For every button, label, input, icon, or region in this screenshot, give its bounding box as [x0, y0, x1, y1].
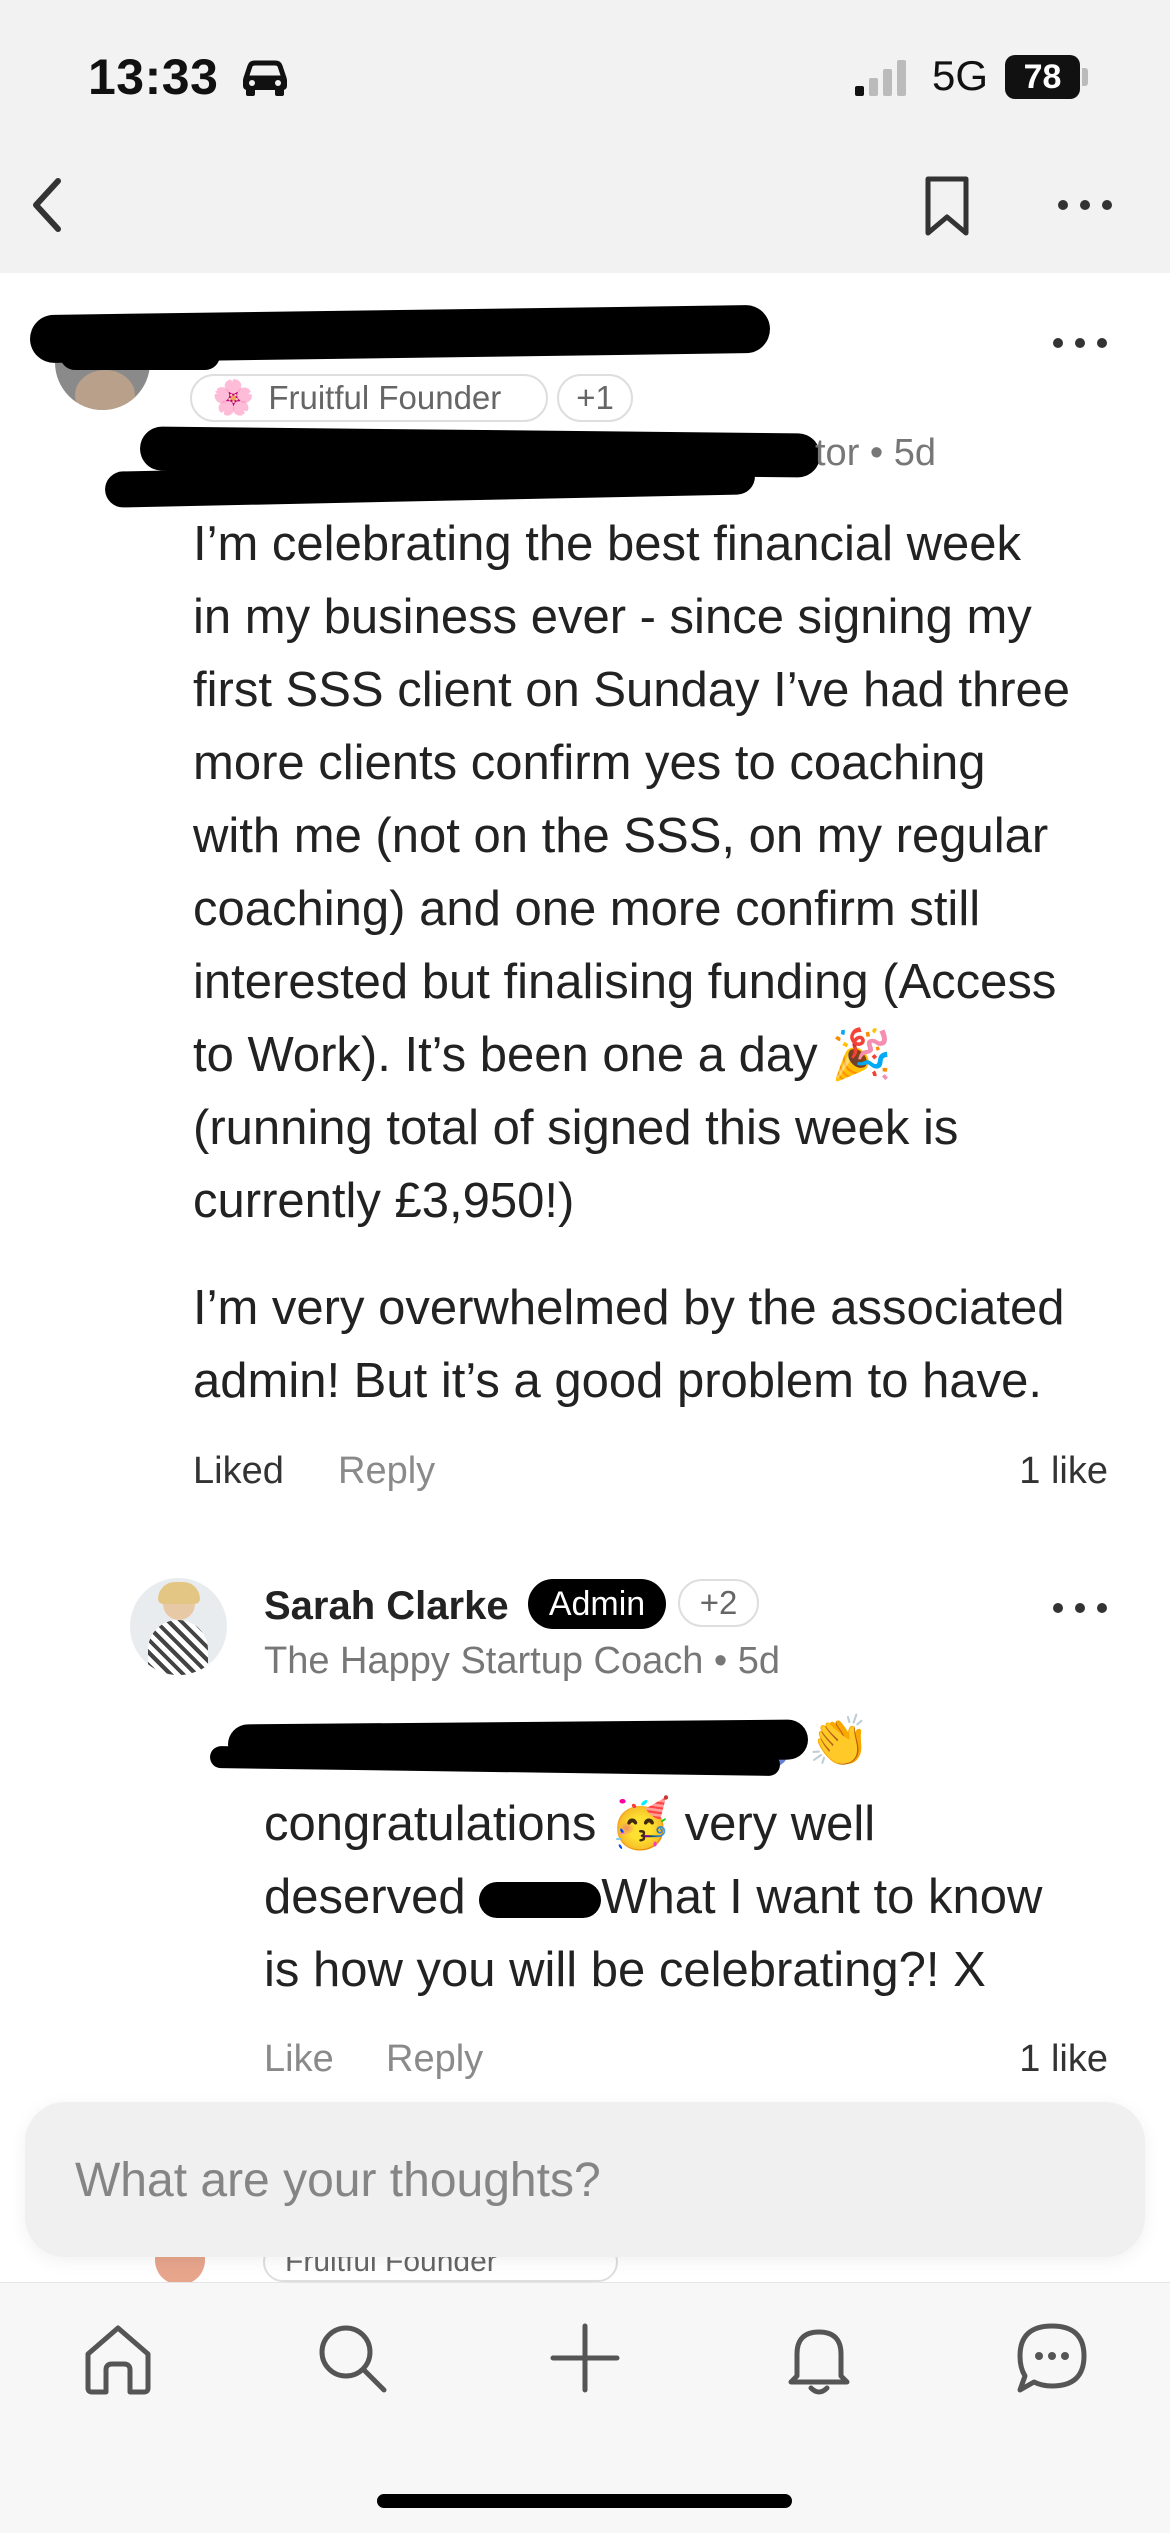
post-line: I’m celebrating the best financial week: [193, 517, 1021, 571]
comment-author-name[interactable]: Sarah Clarke: [264, 1584, 509, 1629]
comment-like-button[interactable]: Like: [264, 2038, 334, 2081]
post-line: I’m very overwhelmed by the associated: [193, 1281, 1065, 1335]
post-line: interested but finalising funding (Acces…: [193, 955, 1057, 1009]
reply-button[interactable]: Reply: [338, 1450, 435, 1493]
comment-line: congratulations 🥳 very well: [264, 1797, 876, 1851]
comment-line-2a: deserved: [264, 1870, 466, 1924]
comment-more-icon[interactable]: [1050, 1598, 1110, 1618]
nav-bar: [0, 155, 1170, 273]
comment-reply-button[interactable]: Reply: [386, 2038, 483, 2081]
post-line: more clients confirm yes to coaching: [193, 736, 986, 790]
comment-body: congratulations 🥳 very well deserved Wha…: [264, 1788, 1124, 2007]
bell-icon[interactable]: [779, 2318, 859, 2398]
home-indicator: [377, 2494, 792, 2508]
post-line: with me (not on the SSS, on my regular: [193, 809, 1049, 863]
comment-input[interactable]: [73, 2102, 1097, 2259]
admin-badge: Admin: [528, 1579, 666, 1629]
comment-line-2b: What I want to know: [601, 1870, 1043, 1924]
battery-indicator: 78: [1005, 55, 1080, 99]
post-line: currently £3,950!): [193, 1174, 575, 1228]
liked-button[interactable]: Liked: [193, 1450, 284, 1493]
post-body-2: I’m very overwhelmed by the associated a…: [193, 1272, 1133, 1418]
comment-badge-extra[interactable]: +2: [678, 1579, 759, 1627]
network-type: 5G: [932, 52, 989, 99]
comment-line: deserved What I want to know: [264, 1861, 1124, 1934]
battery-tip: [1082, 68, 1088, 86]
post-line: admin! But it’s a good problem to have.: [193, 1354, 1042, 1408]
plus-icon[interactable]: [545, 2318, 625, 2398]
flower-icon: 🌸: [212, 379, 255, 417]
clap-icon: 👏: [808, 1713, 871, 1769]
post-line: coaching) and one more confirm still: [193, 882, 981, 936]
post-line: first SSS client on Sunday I’ve had thre…: [193, 663, 1071, 717]
member-badge-label: Fruitful Founder: [268, 379, 502, 416]
post-line: (running total of signed this week is: [193, 1101, 959, 1155]
status-time: 13:33: [88, 49, 219, 105]
post-meta: tor • 5d: [815, 432, 937, 474]
chat-icon[interactable]: [1012, 2318, 1092, 2398]
chevron-left-icon[interactable]: [22, 175, 72, 235]
comment-composer[interactable]: [25, 2102, 1145, 2259]
signal-icon: [855, 60, 906, 96]
post-line: to Work). It’s been one a day 🎉: [193, 1028, 893, 1082]
bookmark-icon[interactable]: [922, 175, 972, 239]
comment-line: is how you will be celebrating?! X: [264, 1943, 986, 1997]
redacted-inline: [479, 1882, 602, 1919]
post-more-icon[interactable]: [1050, 333, 1110, 353]
comment-meta: The Happy Startup Coach • 5d: [264, 1640, 781, 1682]
post-line: in my business ever - since signing my: [193, 590, 1032, 644]
home-icon[interactable]: [78, 2318, 158, 2398]
car-icon: [243, 60, 287, 96]
redacted-author-name-2: [60, 340, 220, 370]
search-icon[interactable]: [312, 2318, 392, 2398]
post-like-count[interactable]: 1 like: [1019, 1450, 1108, 1493]
next-comment-avatar: [155, 2255, 205, 2285]
comment-author-avatar[interactable]: [130, 1578, 227, 1675]
post-body: I’m celebrating the best financial week …: [193, 508, 1133, 1238]
more-horizontal-icon[interactable]: [1055, 195, 1115, 215]
badge-extra-count[interactable]: +1: [557, 374, 633, 422]
comment-like-count[interactable]: 1 like: [1019, 2038, 1108, 2081]
member-badge[interactable]: 🌸 Fruitful Founder: [190, 374, 548, 422]
